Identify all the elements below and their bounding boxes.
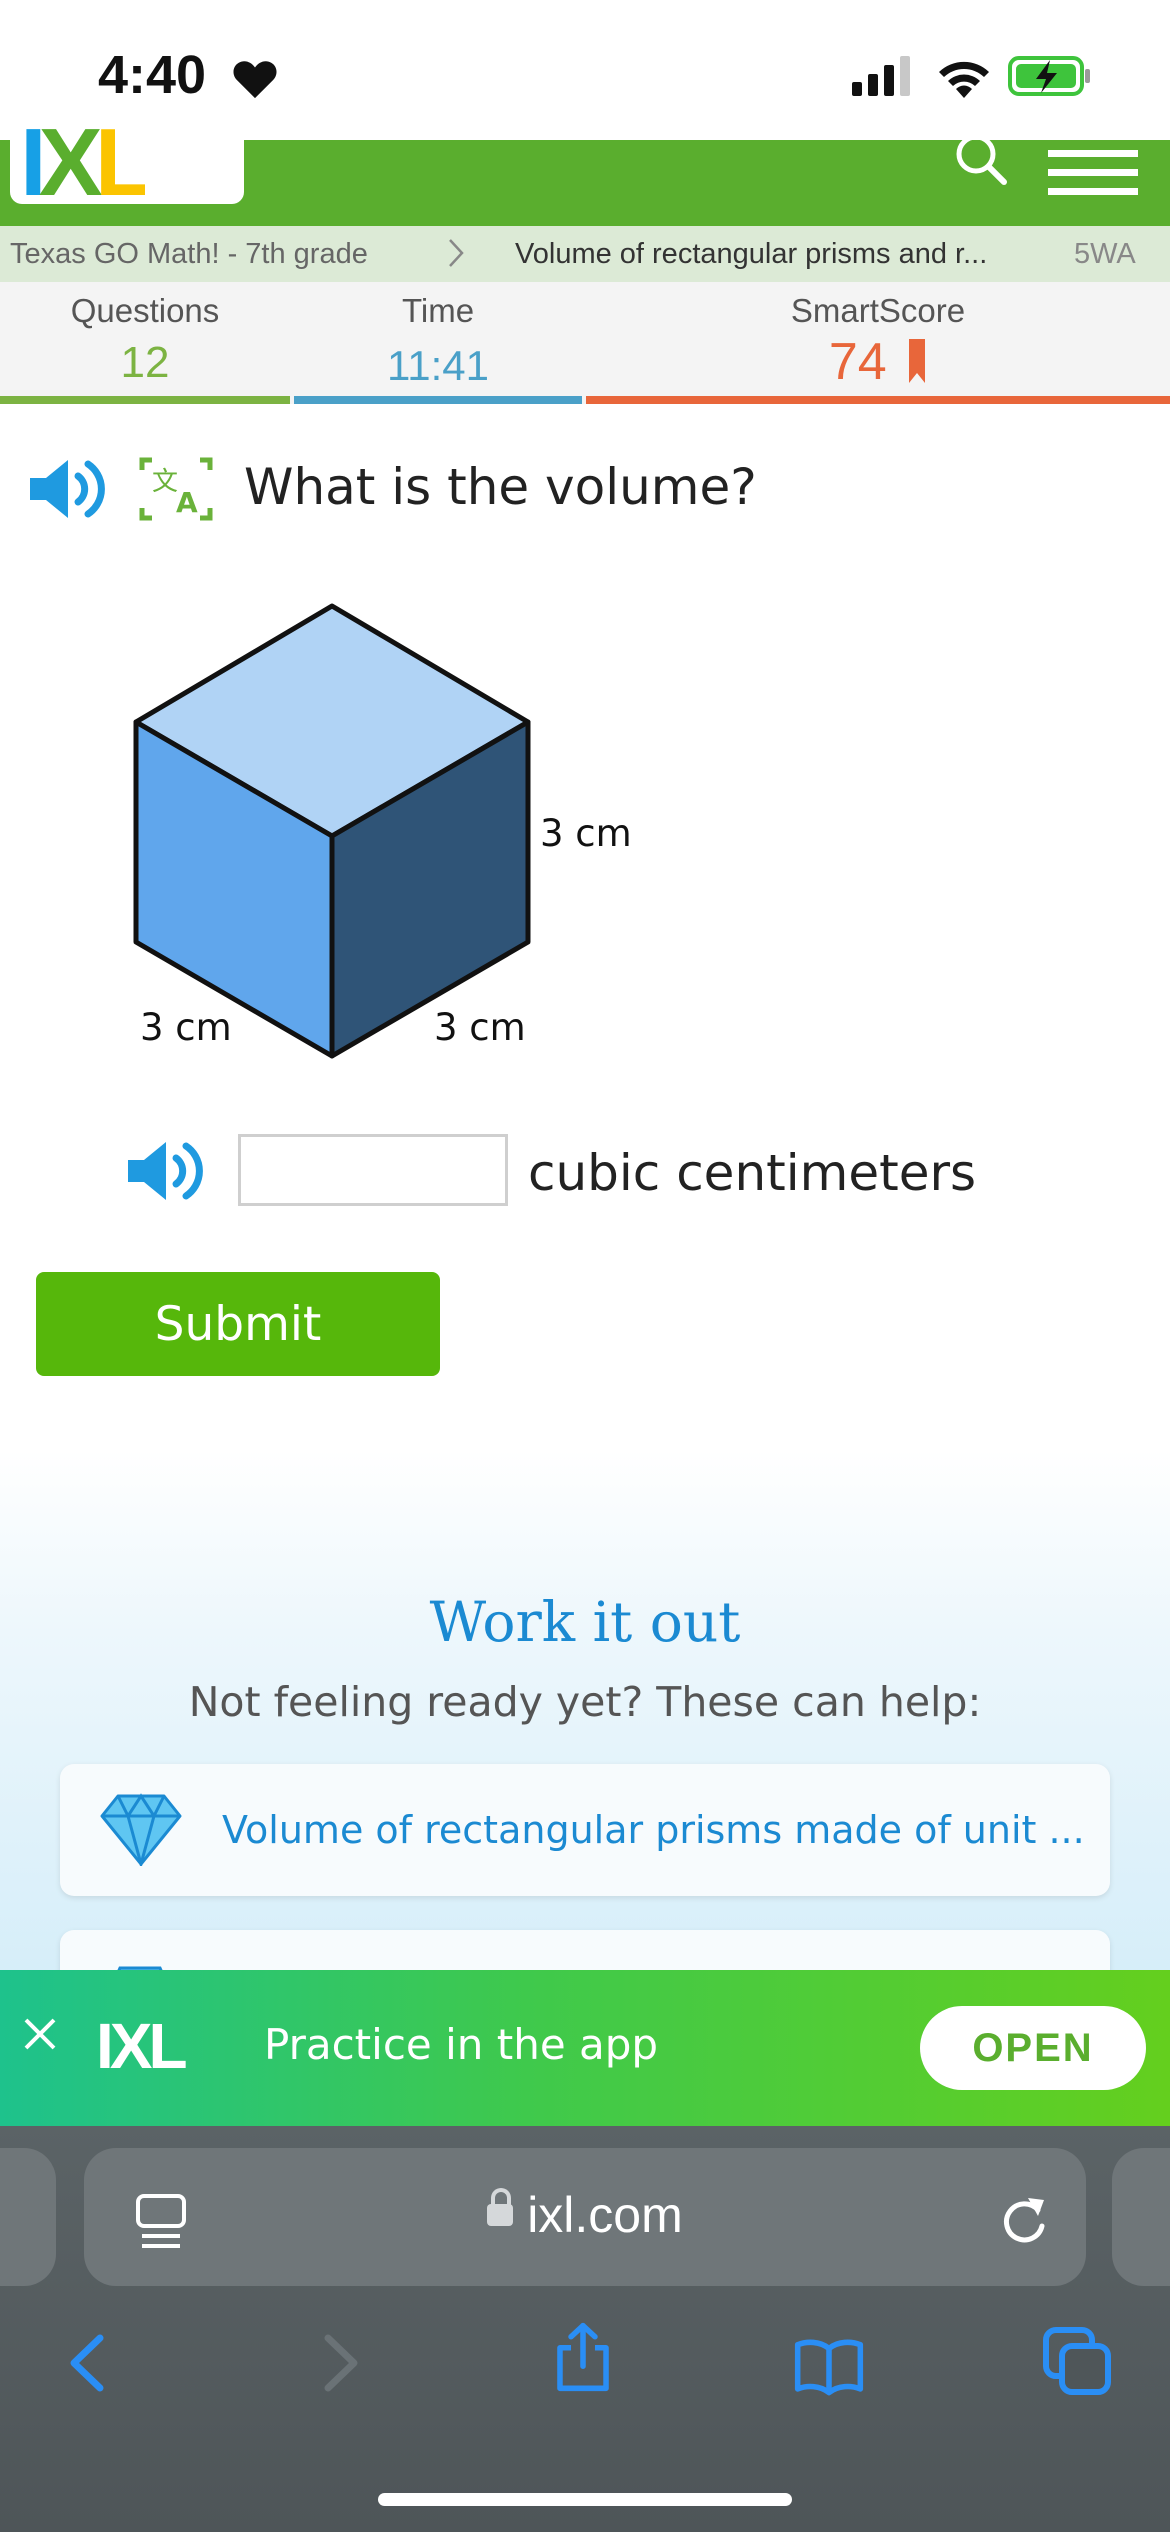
share-icon[interactable] [548,2322,618,2392]
cube-figure [133,603,531,1059]
back-icon[interactable] [54,2328,124,2398]
heart-icon [233,61,277,99]
translate-icon[interactable]: 文 A [138,456,214,522]
cube-right-edge-label: 3 cm [434,1006,526,1049]
skill-code: 5WA [1074,238,1136,270]
stats-bar: Questions 12 Time 11:41 SmartScore 74 [0,282,1170,404]
menu-icon[interactable] [1048,150,1138,196]
submit-button[interactable]: Submit [36,1272,440,1376]
banner-ixl-logo: IXL [96,2010,188,2082]
speaker-icon[interactable] [26,454,110,524]
work-it-out-subtitle: Not feeling ready yet? These can help: [188,1678,982,1726]
home-indicator[interactable] [378,2493,792,2506]
smartscore-value: 74 [586,332,1170,392]
url-display[interactable]: ixl.com [84,2186,1086,2244]
bookmark-flag-icon [909,339,926,383]
close-icon[interactable] [20,2014,60,2054]
breadcrumb: Texas GO Math! - 7th grade Volume of rec… [0,226,1170,282]
bookmarks-icon[interactable] [794,2330,864,2400]
ixl-logo[interactable]: IXL [20,118,145,198]
breadcrumb-skill[interactable]: Volume of rectangular prisms and r... [515,238,987,271]
diamond-icon [100,1793,182,1866]
address-bar[interactable]: ixl.com [84,2148,1086,2286]
banner-text: Practice in the app [264,2020,659,2069]
chevron-right-icon [449,239,464,267]
app-banner: IXL Practice in the app OPEN [0,1970,1170,2126]
time-value: 11:41 [387,342,489,389]
svg-text:文: 文 [152,467,178,497]
reload-icon[interactable] [994,2190,1054,2250]
wifi-icon [939,61,989,98]
status-bar: 4:40 [0,0,1170,140]
breadcrumb-course[interactable]: Texas GO Math! - 7th grade [10,238,368,271]
question-prompt: What is the volume? [244,458,757,516]
smartscore-label: SmartScore [790,292,966,329]
status-time: 4:40 [98,45,207,105]
search-icon[interactable] [952,130,1012,190]
questions-bar [0,396,290,404]
previous-tab-preview[interactable] [0,2148,56,2286]
cellular-signal-icon [852,56,910,96]
cube-left-edge-label: 3 cm [140,1006,232,1049]
open-app-button[interactable]: OPEN [920,2006,1146,2090]
lock-icon [487,2187,514,2226]
help-resource-label: Volume of rectangular prisms made of uni… [222,1808,1085,1852]
unit-label: cubic centimeters [528,1144,977,1202]
questions-label: Questions [70,292,220,329]
smartscore-number: 74 [828,333,887,391]
work-it-out-title: Work it out [429,1590,741,1654]
questions-value: 12 [120,338,170,387]
cube-height-label: 3 cm [540,812,632,855]
browser-toolbar: ixl.com [0,2126,1170,2532]
answer-input[interactable] [238,1134,508,1206]
answer-speaker-icon[interactable] [124,1136,208,1206]
time-bar [294,396,582,404]
help-resource-card[interactable]: Volume of rectangular prisms made of uni… [60,1764,1110,1896]
url-text: ixl.com [527,2187,683,2243]
smartscore-bar [586,396,1170,404]
next-tab-preview[interactable] [1112,2148,1170,2286]
time-label: Time [401,292,475,329]
tabs-icon[interactable] [1042,2326,1112,2396]
svg-text:A: A [176,486,198,519]
battery-charging-icon [1008,56,1090,96]
forward-icon[interactable] [304,2328,374,2398]
